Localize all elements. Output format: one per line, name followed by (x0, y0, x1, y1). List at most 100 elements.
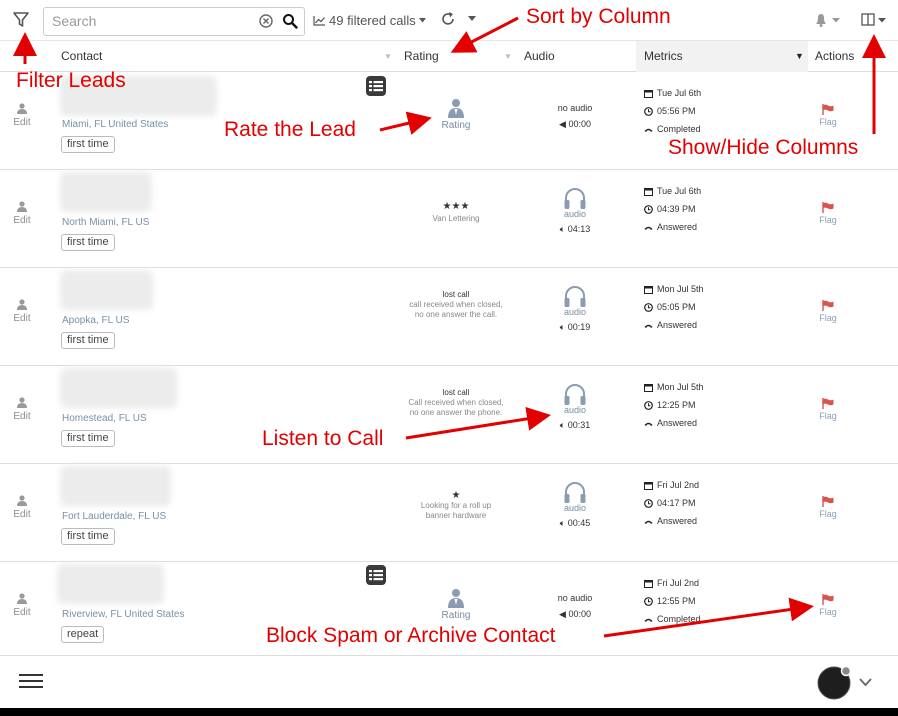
sort-arrow-icon[interactable]: ▼ (795, 41, 804, 72)
notes-icon[interactable] (366, 76, 386, 96)
table-row[interactable]: Edit Fort Lauderdale, FL US first time ★… (0, 464, 898, 562)
hamburger-menu-icon[interactable] (19, 673, 43, 689)
headphones-icon[interactable] (562, 284, 588, 308)
rate-lead-icon[interactable] (446, 98, 466, 118)
search-input[interactable] (52, 13, 252, 29)
audio-cell[interactable]: audio 🔈︎ 00:31 (530, 382, 620, 433)
edit-contact[interactable]: Edit (8, 495, 36, 520)
rate-lead-icon[interactable] (446, 588, 466, 608)
flag-icon[interactable] (822, 398, 834, 409)
flag-icon[interactable] (822, 202, 834, 213)
sort-arrow-icon[interactable]: ▼ (384, 41, 392, 72)
actions-cell[interactable]: Flag (810, 202, 846, 225)
calendar-icon (644, 383, 653, 392)
chevron-down-icon[interactable] (859, 678, 872, 687)
table-row[interactable]: Edit North Miami, FL US first time ★★★ V… (0, 170, 898, 268)
sort-arrow-icon[interactable]: ▼ (504, 41, 512, 72)
edit-contact[interactable]: Edit (8, 299, 36, 324)
flag-icon[interactable] (822, 300, 834, 311)
column-header-contact[interactable]: Contact (61, 41, 102, 72)
headphones-icon[interactable] (562, 382, 588, 406)
chevron-down-icon[interactable] (468, 16, 476, 22)
flag-label[interactable]: Flag (810, 411, 846, 421)
phone-icon (644, 618, 653, 622)
rating-cell[interactable]: ★★★ Van Lettering (400, 201, 512, 224)
rating-label[interactable]: Rating (400, 120, 512, 131)
bell-icon[interactable] (813, 12, 841, 28)
audio-cell: no audio ◀ 00:00 (530, 592, 620, 622)
call-time: 04:39 PM (644, 200, 794, 218)
actions-cell[interactable]: Flag (810, 398, 846, 421)
actions-cell[interactable]: Flag (810, 496, 846, 519)
edit-contact[interactable]: Edit (8, 397, 36, 422)
rating-stars[interactable]: ★★★ (400, 201, 512, 212)
edit-link[interactable]: Edit (8, 411, 36, 422)
clock-icon (644, 106, 653, 116)
rating-cell[interactable]: ★ Looking for a roll up banner hardware (400, 490, 512, 521)
edit-contact[interactable]: Edit (8, 201, 36, 226)
edit-link[interactable]: Edit (8, 117, 36, 128)
flag-label[interactable]: Flag (810, 607, 846, 617)
column-header-metrics[interactable]: Metrics (644, 41, 683, 72)
notes-icon[interactable] (366, 565, 386, 585)
column-header-audio[interactable]: Audio (524, 41, 555, 72)
search-box[interactable] (43, 7, 305, 36)
audio-cell[interactable]: audio 🔈︎ 04:13 (530, 186, 620, 237)
audio-link[interactable]: audio (530, 307, 620, 317)
columns-icon[interactable] (861, 12, 887, 28)
audio-cell[interactable]: audio 🔈︎ 00:19 (530, 284, 620, 335)
person-icon (17, 201, 27, 212)
calendar-icon (644, 89, 653, 98)
refresh-icon[interactable] (439, 10, 457, 28)
rating-label[interactable]: Rating (400, 610, 512, 621)
flag-label[interactable]: Flag (810, 117, 846, 127)
filtered-calls-dropdown[interactable]: 49 filtered calls (313, 13, 426, 28)
contact-location: Miami, FL United States (62, 119, 169, 130)
table-row[interactable]: Edit Apopka, FL US first time lost call … (0, 268, 898, 366)
rating-cell[interactable]: lost call call received when closed, no … (400, 290, 512, 320)
rating-title[interactable]: lost call (400, 388, 512, 398)
audio-link[interactable]: audio (530, 209, 620, 219)
flag-label[interactable]: Flag (810, 215, 846, 225)
headphones-icon[interactable] (562, 186, 588, 210)
flag-label[interactable]: Flag (810, 313, 846, 323)
table-row[interactable]: Edit Homestead, FL US first time lost ca… (0, 366, 898, 464)
audio-link[interactable]: audio (530, 503, 620, 513)
edit-link[interactable]: Edit (8, 313, 36, 324)
rating-note: call received when closed, no one answer… (409, 300, 503, 319)
metrics-cell: Mon Jul 5th 12:25 PM Answered (644, 378, 794, 432)
flag-icon[interactable] (822, 496, 834, 507)
search-icon[interactable] (282, 13, 298, 29)
filter-icon[interactable] (10, 10, 32, 30)
clock-icon (644, 302, 653, 312)
actions-cell[interactable]: Flag (810, 300, 846, 323)
column-header-actions[interactable]: Actions (815, 41, 854, 72)
annotation-filter-leads: Filter Leads (16, 69, 126, 92)
actions-cell[interactable]: Flag (810, 594, 846, 617)
audio-link[interactable]: audio (530, 405, 620, 415)
headphones-icon[interactable] (562, 480, 588, 504)
column-header-rating[interactable]: Rating (404, 41, 439, 72)
date-value: Mon Jul 5th (657, 382, 704, 392)
flag-icon[interactable] (822, 104, 834, 115)
edit-link[interactable]: Edit (8, 215, 36, 226)
audio-cell[interactable]: audio 🔈︎ 00:45 (530, 480, 620, 531)
edit-link[interactable]: Edit (8, 509, 36, 520)
rating-cell[interactable]: Rating (400, 588, 512, 621)
avatar[interactable] (817, 666, 851, 700)
visitor-badge: first time (61, 430, 115, 447)
clear-search-icon[interactable] (259, 14, 273, 28)
rating-cell[interactable]: lost call Call received when closed, no … (400, 388, 512, 418)
calendar-icon (644, 187, 653, 196)
actions-cell[interactable]: Flag (810, 104, 846, 127)
edit-link[interactable]: Edit (8, 607, 36, 618)
rating-title[interactable]: lost call (400, 290, 512, 300)
contact-location: North Miami, FL US (62, 217, 150, 228)
flag-icon[interactable] (822, 594, 834, 605)
edit-contact[interactable]: Edit (8, 593, 36, 618)
call-status: Answered (644, 218, 794, 236)
flag-label[interactable]: Flag (810, 509, 846, 519)
rating-stars[interactable]: ★ (400, 490, 512, 501)
rating-cell[interactable]: Rating (400, 98, 512, 131)
edit-contact[interactable]: Edit (8, 103, 36, 128)
